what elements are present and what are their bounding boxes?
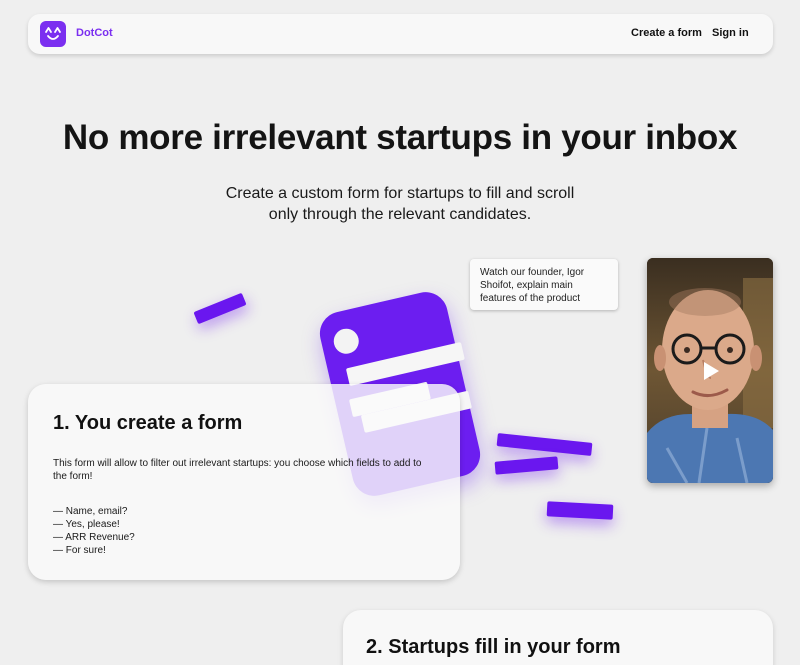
- create-form-link[interactable]: Create a form: [631, 27, 702, 39]
- step-1-card: 1. You create a form This form will allo…: [28, 384, 460, 580]
- decor-form-dot: [331, 326, 362, 357]
- brand-name[interactable]: DotCot: [76, 27, 113, 39]
- page-title: No more irrelevant startups in your inbo…: [62, 118, 738, 157]
- step-2-title: 2. Startups fill in your form: [366, 636, 621, 658]
- founder-video[interactable]: [647, 258, 773, 483]
- step-1-list-item: — Yes, please!: [53, 519, 120, 530]
- step-2-card: 2. Startups fill in your form: [343, 610, 773, 665]
- hero-subtitle-line-2: only through the relevant candidates.: [268, 206, 532, 223]
- video-caption-tooltip: Watch our founder, Igor Shoifot, explain…: [470, 259, 618, 310]
- decor-purple-bar: [496, 433, 593, 456]
- step-1-list-item: — Name, email?: [53, 506, 128, 517]
- dotcot-logo-icon[interactable]: [40, 21, 66, 47]
- step-1-description: This form will allow to filter out irrel…: [53, 458, 422, 482]
- step-1-list-item: — ARR Revenue?: [53, 532, 135, 543]
- step-1-title: 1. You create a form: [53, 412, 243, 434]
- hero-subtitle-line-1: Create a custom form for startups to fil…: [225, 185, 575, 202]
- decor-purple-bar: [193, 292, 247, 325]
- play-icon[interactable]: [704, 362, 719, 380]
- top-navbar: DotCot Create a form Sign in: [28, 14, 773, 54]
- decor-purple-bar: [546, 501, 614, 520]
- decor-form-line: [345, 341, 465, 387]
- hero-subtitle: Create a custom form for startups to fil…: [200, 183, 600, 225]
- decor-purple-bar: [494, 456, 559, 475]
- sign-in-link[interactable]: Sign in: [712, 27, 749, 39]
- step-1-list-item: — For sure!: [53, 545, 106, 556]
